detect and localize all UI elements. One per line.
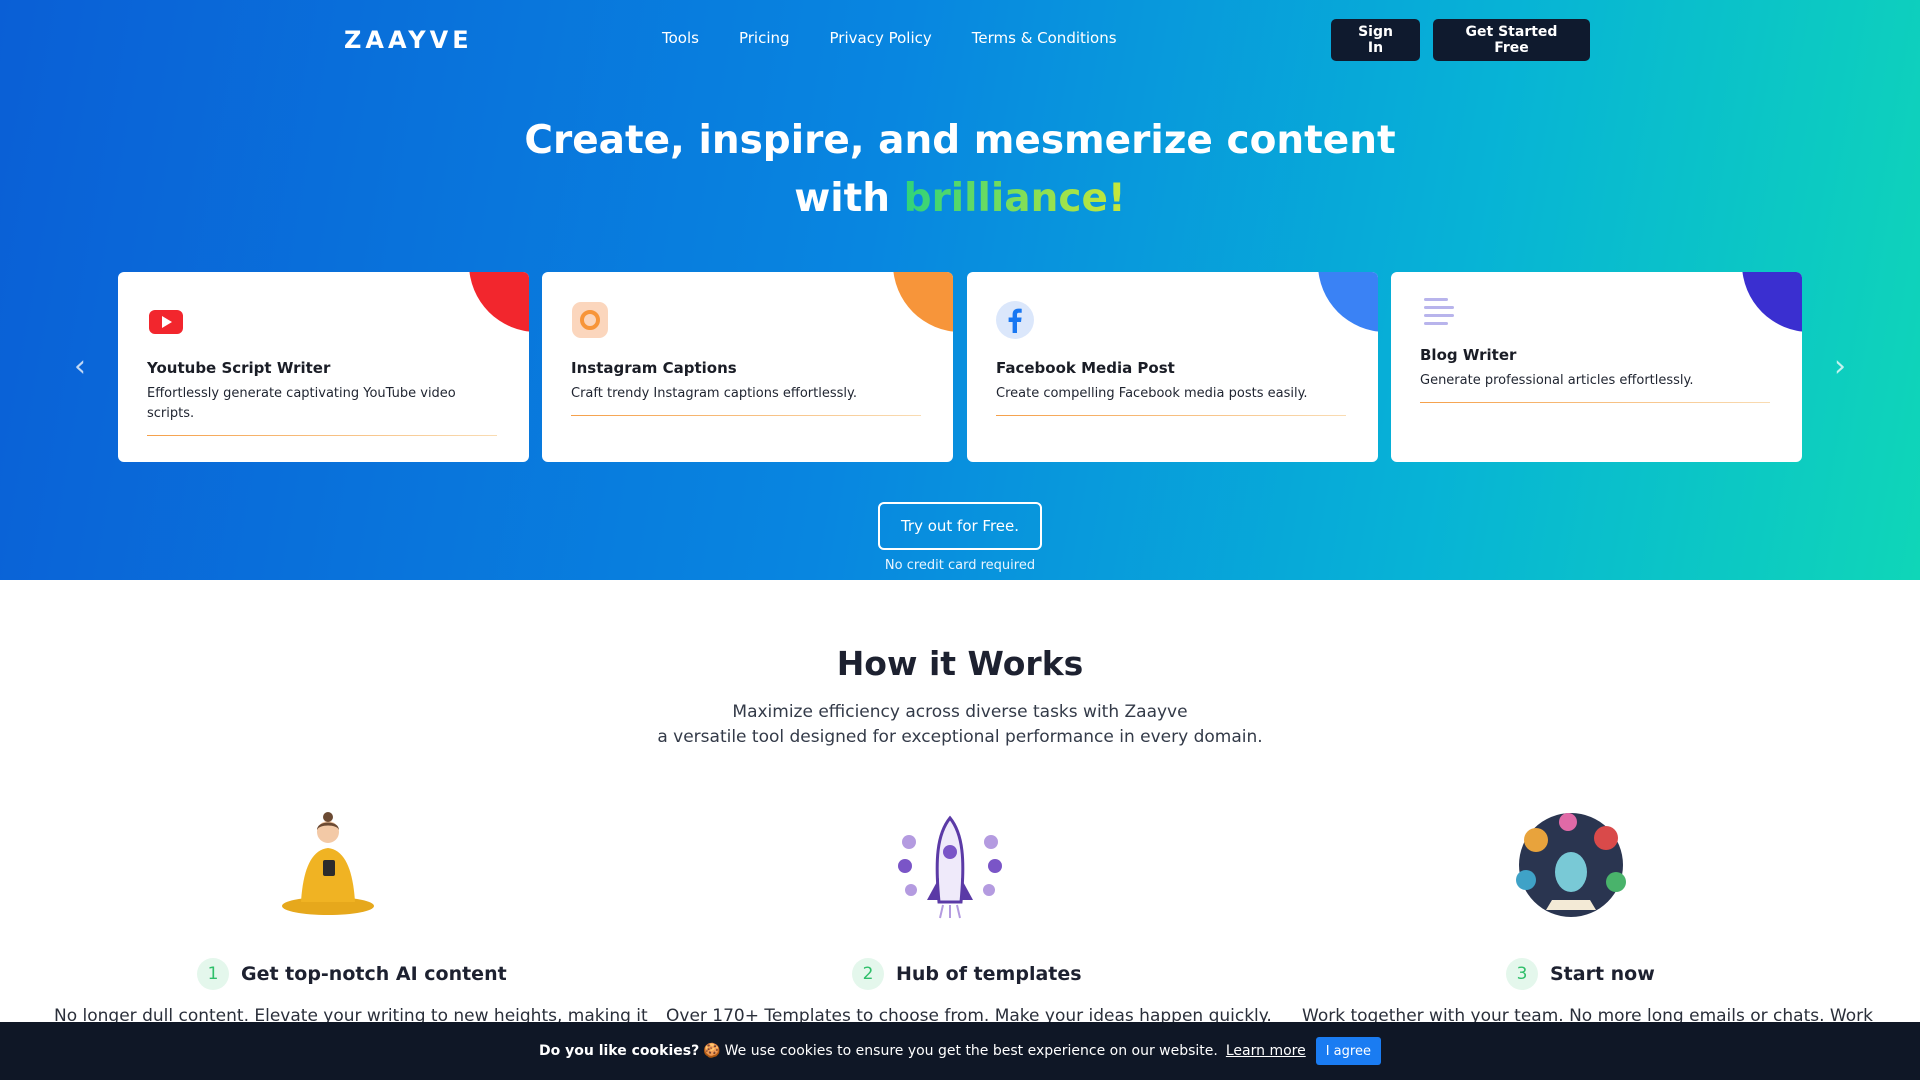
nav-link-terms[interactable]: Terms & Conditions bbox=[972, 29, 1117, 47]
card-divider bbox=[1420, 402, 1770, 403]
card-title: Blog Writer bbox=[1420, 346, 1517, 364]
nav-links: Tools Pricing Privacy Policy Terms & Con… bbox=[662, 29, 1117, 47]
sign-in-button[interactable]: Sign In bbox=[1331, 19, 1420, 61]
nav-link-tools[interactable]: Tools bbox=[662, 29, 699, 47]
card-description: Create compelling Facebook media posts e… bbox=[996, 386, 1308, 401]
creative-mind-illustration bbox=[1516, 813, 1626, 917]
no-credit-card-note: No credit card required bbox=[884, 558, 1036, 573]
hero-section: ZAAYVE Tools Pricing Privacy Policy Term… bbox=[0, 0, 1920, 580]
card-divider bbox=[996, 415, 1346, 416]
carousel-prev-icon[interactable]: ‹ bbox=[68, 350, 92, 384]
tool-card-instagram[interactable]: Instagram Captions Craft trendy Instagra… bbox=[542, 272, 953, 462]
card-corner-decoration bbox=[469, 272, 529, 332]
cookie-message: We use cookies to ensure you get the bes… bbox=[724, 1043, 1218, 1059]
tool-card-facebook[interactable]: Facebook Media Post Create compelling Fa… bbox=[967, 272, 1378, 462]
card-title: Facebook Media Post bbox=[996, 359, 1175, 377]
rocket-illustration bbox=[898, 815, 1002, 919]
youtube-icon bbox=[149, 310, 183, 334]
tool-card-youtube[interactable]: Youtube Script Writer Effortlessly gener… bbox=[118, 272, 529, 462]
how-it-works-title: How it Works bbox=[836, 644, 1084, 683]
card-corner-decoration bbox=[1318, 272, 1378, 332]
cookie-banner: Do you like cookies? 🍪 We use cookies to… bbox=[0, 1022, 1920, 1080]
step-number: 3 bbox=[1506, 958, 1538, 990]
subtitle-line1: Maximize efficiency across diverse tasks… bbox=[732, 702, 1188, 722]
card-divider bbox=[571, 415, 921, 416]
subtitle-line2: a versatile tool designed for exceptiona… bbox=[657, 727, 1263, 747]
step-title: Hub of templates bbox=[896, 963, 1082, 985]
hero-title-prefix: with bbox=[794, 176, 891, 221]
cookie-learn-more-link[interactable]: Learn more bbox=[1226, 1043, 1306, 1059]
step-number: 1 bbox=[197, 958, 229, 990]
carousel-next-icon[interactable]: › bbox=[1828, 350, 1852, 384]
step-title: Start now bbox=[1550, 963, 1655, 985]
how-it-works-subtitle: Maximize efficiency across diverse tasks… bbox=[0, 700, 1920, 750]
card-description: Craft trendy Instagram captions effortle… bbox=[571, 386, 857, 401]
card-corner-decoration bbox=[1742, 272, 1802, 332]
hero-title-line2: with brilliance! bbox=[0, 176, 1920, 221]
get-started-button[interactable]: Get Started Free bbox=[1433, 19, 1590, 61]
top-nav: ZAAYVE Tools Pricing Privacy Policy Term… bbox=[0, 0, 1920, 80]
step-3-heading: 3 Start now bbox=[1506, 958, 1655, 990]
step-1-heading: 1 Get top-notch AI content bbox=[197, 958, 507, 990]
facebook-icon bbox=[996, 301, 1034, 339]
card-description: Effortlessly generate captivating YouTub… bbox=[147, 386, 456, 421]
cookie-icon: 🍪 bbox=[703, 1043, 721, 1059]
card-divider bbox=[147, 435, 497, 436]
logo[interactable]: ZAAYVE bbox=[344, 26, 473, 54]
instagram-icon bbox=[572, 302, 608, 338]
card-description: Generate professional articles effortles… bbox=[1420, 373, 1694, 388]
person-with-phone-illustration bbox=[282, 812, 374, 915]
step-number: 2 bbox=[852, 958, 884, 990]
step-title: Get top-notch AI content bbox=[241, 963, 507, 985]
nav-link-pricing[interactable]: Pricing bbox=[739, 29, 790, 47]
cookie-agree-button[interactable]: I agree bbox=[1315, 1037, 1381, 1065]
hero-title-highlight: brilliance! bbox=[903, 176, 1126, 221]
step-2-heading: 2 Hub of templates bbox=[852, 958, 1082, 990]
try-free-button[interactable]: Try out for Free. bbox=[878, 502, 1042, 550]
card-title: Youtube Script Writer bbox=[147, 359, 331, 377]
nav-link-privacy-policy[interactable]: Privacy Policy bbox=[830, 29, 932, 47]
cookie-question: Do you like cookies? bbox=[539, 1043, 700, 1059]
blog-lines-icon bbox=[1424, 298, 1454, 325]
card-corner-decoration bbox=[893, 272, 953, 332]
hero-title-line1: Create, inspire, and mesmerize content bbox=[524, 118, 1396, 163]
card-title: Instagram Captions bbox=[571, 359, 737, 377]
tool-card-blog[interactable]: Blog Writer Generate professional articl… bbox=[1391, 272, 1802, 462]
